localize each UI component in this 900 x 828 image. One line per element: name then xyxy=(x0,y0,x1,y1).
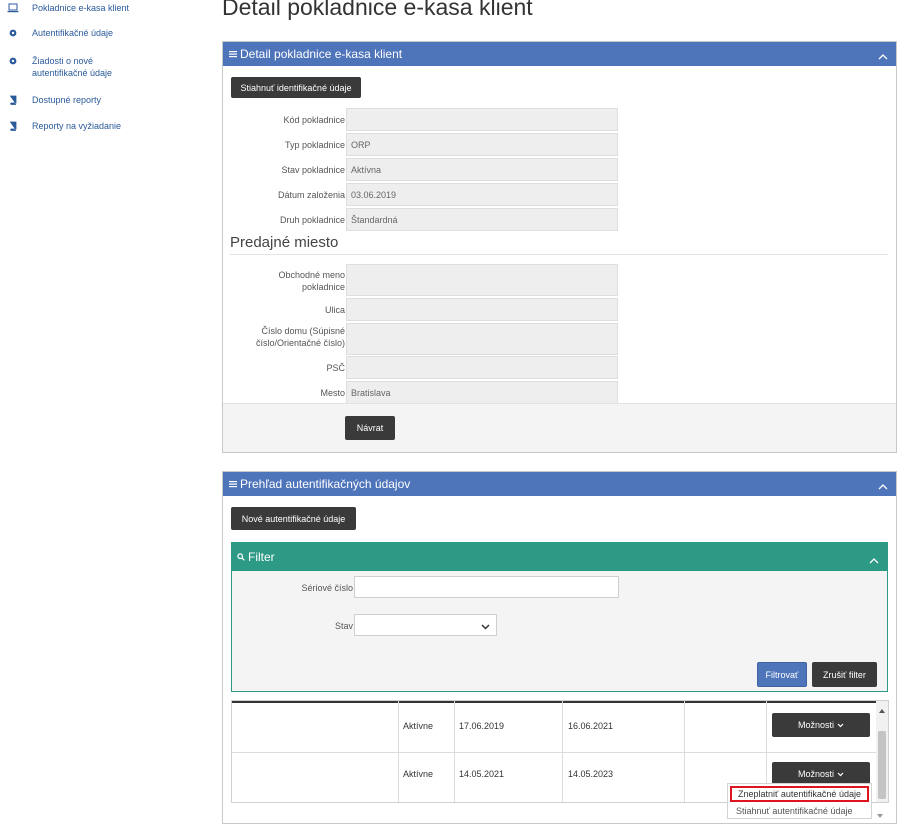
options-label: Možnosti xyxy=(797,769,834,779)
field-label: Typ pokladnice xyxy=(284,140,345,150)
panel-footer: Návrat xyxy=(223,403,896,452)
sidebar-item-label: Dostupné reporty xyxy=(32,95,102,105)
table-header-border xyxy=(232,701,876,703)
detail-panel: Detail pokladnice e-kasa klient Stiahnuť… xyxy=(222,41,897,453)
field-value: Štandardná xyxy=(346,208,618,231)
status-label: Stav xyxy=(334,621,353,631)
row-valid-from: 14.05.2021 xyxy=(459,769,505,779)
chevron-up-icon[interactable] xyxy=(878,479,888,493)
row-valid-to: 16.06.2021 xyxy=(568,721,614,731)
field-value xyxy=(346,298,618,321)
book-icon xyxy=(6,120,20,132)
field-value xyxy=(346,323,618,355)
auth-panel-title: Prehľad autentifikačných údajov xyxy=(240,477,411,491)
new-auth-data-button[interactable]: Nové autentifikačné údaje xyxy=(231,507,356,530)
field-value xyxy=(346,356,618,379)
serial-number-label: Sériové číslo xyxy=(301,583,353,593)
field-label: Ulica xyxy=(324,305,345,315)
options-button[interactable]: Možnosti xyxy=(772,713,870,737)
options-label: Možnosti xyxy=(797,720,834,730)
download-identification-button[interactable]: Stiahnuť identifikačné údaje xyxy=(231,77,361,98)
row-status: Aktívne xyxy=(403,721,434,731)
chevron-down-icon xyxy=(837,772,844,777)
gear-icon xyxy=(6,55,20,67)
field-value xyxy=(346,108,618,131)
sidebar-item-label: Pokladnice e-kasa klient xyxy=(32,3,130,13)
menu-icon xyxy=(229,480,237,488)
auth-panel-header[interactable]: Prehľad autentifikačných údajov xyxy=(223,472,896,496)
field-value xyxy=(346,264,618,296)
field-label: Dátum založenia xyxy=(277,190,345,200)
section-divider xyxy=(230,254,888,255)
section-title-predajne-miesto: Predajné miesto xyxy=(230,234,339,251)
detail-panel-title: Detail pokladnice e-kasa klient xyxy=(240,47,403,61)
scroll-down-icon[interactable] xyxy=(877,810,883,820)
field-label: Mesto xyxy=(320,388,345,398)
options-dropdown: Zneplatniť autentifikačné údaje Stiahnuť… xyxy=(727,783,883,819)
field-value: Aktívna xyxy=(346,158,618,181)
field-label: Číslo domu (Súpisné číslo/Orientačné čís… xyxy=(255,326,345,348)
field-value: 03.06.2019 xyxy=(346,183,618,206)
back-button[interactable]: Návrat xyxy=(345,416,395,440)
detail-panel-header[interactable]: Detail pokladnice e-kasa klient xyxy=(223,42,896,66)
field-value: ORP xyxy=(346,133,618,156)
row-valid-from: 17.06.2019 xyxy=(459,721,505,731)
field-label: Druh pokladnice xyxy=(279,215,345,225)
filter-panel: Filter Sériové číslo Stav Filtrovať Zruš… xyxy=(231,542,888,692)
filter-header[interactable]: Filter xyxy=(232,543,887,571)
field-value: Bratislava xyxy=(346,381,618,404)
laptop-icon xyxy=(6,2,20,14)
field-label: Kód pokladnice xyxy=(283,115,345,125)
status-select[interactable] xyxy=(354,614,497,636)
table-scrollbar[interactable] xyxy=(876,701,888,802)
filter-apply-button[interactable]: Filtrovať xyxy=(757,662,807,687)
serial-number-input[interactable] xyxy=(354,576,619,598)
row-valid-to: 14.05.2023 xyxy=(568,769,614,779)
sidebar-item-dostupne-reporty[interactable]: Dostupné reporty xyxy=(6,94,142,106)
chevron-down-icon xyxy=(481,622,490,632)
chevron-up-icon[interactable] xyxy=(869,553,879,567)
field-label: PSČ xyxy=(326,363,345,373)
invalidate-auth-data-item[interactable]: Zneplatniť autentifikačné údaje xyxy=(730,786,869,802)
book-icon xyxy=(6,94,20,106)
page-title: Detail pokladnice e-kasa klient xyxy=(222,0,533,20)
chevron-up-icon[interactable] xyxy=(878,49,888,63)
sidebar-item-ziadosti[interactable]: Žiadosti o nové autentifikačné údaje xyxy=(6,55,127,79)
sidebar-item-pokladnice[interactable]: Pokladnice e-kasa klient xyxy=(6,2,142,14)
filter-title: Filter xyxy=(248,550,275,564)
row-divider xyxy=(232,752,876,753)
field-label: Stav pokladnice xyxy=(281,165,345,175)
field-label: Obchodné meno pokladnice xyxy=(278,270,345,292)
scrollbar-thumb[interactable] xyxy=(878,731,886,799)
auth-overview-panel: Prehľad autentifikačných údajov Nové aut… xyxy=(222,471,897,824)
download-auth-data-item[interactable]: Stiahnuť autentifikačné údaje xyxy=(730,803,869,819)
sidebar-item-label: Reporty na vyžiadanie xyxy=(32,121,122,131)
sidebar-item-reporty-na-vyziadanie[interactable]: Reporty na vyžiadanie xyxy=(6,120,142,132)
row-status: Aktívne xyxy=(403,769,434,779)
sidebar-item-label: Žiadosti o nové autentifikačné údaje xyxy=(32,56,113,78)
menu-icon xyxy=(229,50,237,58)
search-icon xyxy=(237,553,245,561)
filter-clear-button[interactable]: Zrušiť filter xyxy=(812,662,877,687)
scroll-up-icon[interactable] xyxy=(879,705,885,715)
sidebar-item-autentifikacne-udaje[interactable]: Autentifikačné údaje xyxy=(6,27,142,39)
chevron-down-icon xyxy=(837,723,844,728)
sidebar-item-label: Autentifikačné údaje xyxy=(32,28,114,38)
gear-icon xyxy=(6,27,20,39)
filter-body: Sériové číslo Stav Filtrovať Zrušiť filt… xyxy=(232,571,887,691)
